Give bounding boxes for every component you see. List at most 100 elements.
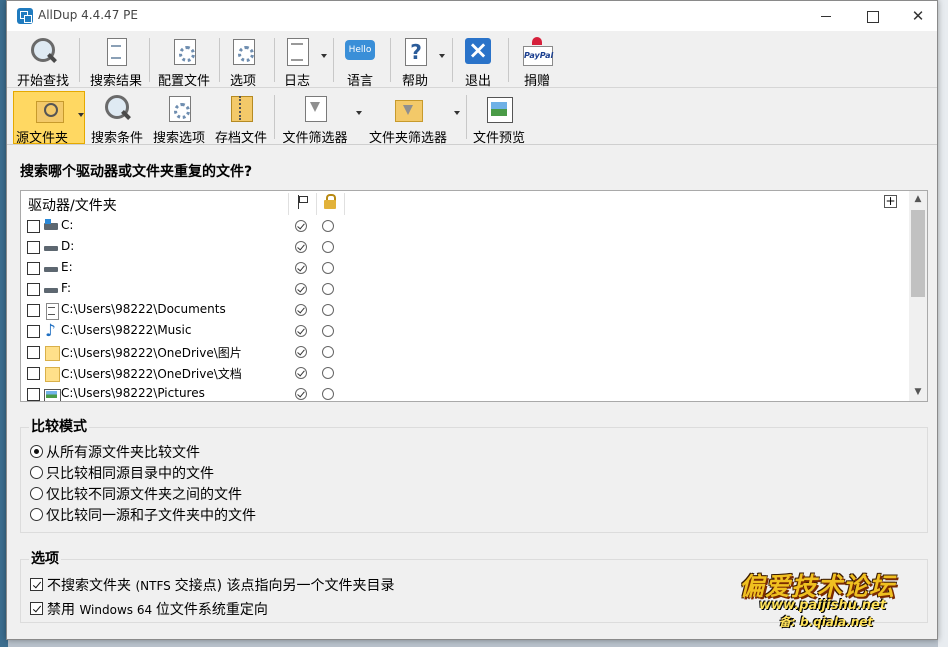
compare-mode-group: 比较模式 从所有源文件夹比较文件 只比较相同源目录中的文件 仅比较不同源文件夹之… bbox=[20, 416, 928, 533]
radio-button[interactable] bbox=[30, 466, 43, 479]
subfolders-check-toggle[interactable] bbox=[295, 262, 307, 274]
list-item[interactable]: F: bbox=[21, 279, 909, 300]
source-folder-icon bbox=[33, 94, 65, 124]
protect-toggle[interactable] bbox=[322, 262, 334, 274]
help-dropdown-arrow-icon[interactable] bbox=[439, 54, 445, 58]
row-checkbox[interactable] bbox=[27, 325, 40, 338]
row-checkbox[interactable] bbox=[27, 262, 40, 275]
row-checkbox[interactable] bbox=[27, 283, 40, 296]
drive-icon bbox=[43, 261, 59, 276]
toolbar-separator bbox=[274, 95, 275, 139]
toolbar-separator bbox=[149, 38, 150, 82]
subfolders-check-toggle[interactable] bbox=[295, 367, 307, 379]
folder-filter-icon bbox=[392, 94, 424, 124]
folder-filter-dropdown-arrow-icon[interactable] bbox=[454, 111, 460, 115]
protect-toggle[interactable] bbox=[322, 241, 334, 253]
options-gear-icon bbox=[227, 37, 259, 67]
subfolders-check-toggle[interactable] bbox=[295, 325, 307, 337]
subfolders-check-toggle[interactable] bbox=[295, 346, 307, 358]
list-item[interactable]: C: bbox=[21, 216, 909, 237]
radio-button[interactable] bbox=[30, 445, 43, 458]
folder-filter-button[interactable]: 文件夹筛选器 bbox=[365, 92, 451, 146]
radio-button[interactable] bbox=[30, 508, 43, 521]
toolbar-separator bbox=[508, 38, 509, 82]
row-checkbox[interactable] bbox=[27, 220, 40, 233]
desktop-right-edge bbox=[938, 0, 948, 647]
list-item[interactable]: C:\Users\98222\OneDrive\文档 bbox=[21, 363, 909, 384]
scrollbar-thumb[interactable] bbox=[911, 210, 925, 297]
radio-button[interactable] bbox=[30, 487, 43, 500]
log-dropdown-arrow-icon[interactable] bbox=[321, 54, 327, 58]
subfolders-check-toggle[interactable] bbox=[295, 220, 307, 232]
pictures-icon bbox=[43, 387, 61, 401]
file-filter-button[interactable]: 文件筛选器 bbox=[279, 92, 351, 146]
list-item[interactable]: E: bbox=[21, 258, 909, 279]
options-button[interactable]: 选项 bbox=[221, 35, 265, 89]
toolbar-separator bbox=[466, 95, 467, 139]
main-toolbar: 开始查找 搜索结果 配置文件 选项 日志 语言 帮助 bbox=[7, 32, 937, 89]
checkbox[interactable] bbox=[30, 602, 43, 615]
list-item[interactable]: C:\Users\98222\Documents bbox=[21, 300, 909, 321]
exit-x-icon bbox=[462, 37, 494, 67]
help-button[interactable]: 帮助 bbox=[393, 35, 437, 89]
protect-toggle[interactable] bbox=[322, 346, 334, 358]
list-item[interactable]: C:\Users\98222\Music bbox=[21, 321, 909, 342]
folder-path: C:\Users\98222\Pictures bbox=[61, 386, 205, 400]
protect-toggle[interactable] bbox=[322, 220, 334, 232]
exit-button[interactable]: 退出 bbox=[458, 35, 498, 89]
file-filter-dropdown-arrow-icon[interactable] bbox=[356, 111, 362, 115]
include-subfolders-flag-icon[interactable] bbox=[296, 195, 308, 209]
archive-files-button[interactable]: 存档文件 bbox=[213, 92, 269, 146]
folder-path: C:\Users\98222\Music bbox=[61, 323, 192, 337]
profile-button[interactable]: 配置文件 bbox=[151, 35, 217, 89]
row-checkbox[interactable] bbox=[27, 367, 40, 380]
scroll-up-arrow-icon[interactable]: ▲ bbox=[909, 191, 927, 208]
row-checkbox[interactable] bbox=[27, 241, 40, 254]
column-header-drive-folder[interactable]: 驱动器/文件夹 bbox=[28, 195, 117, 215]
protect-toggle[interactable] bbox=[322, 304, 334, 316]
folder-path: C:\Users\98222\OneDrive\文档 bbox=[61, 367, 242, 381]
file-preview-button[interactable]: 文件预览 bbox=[469, 92, 529, 146]
checkbox[interactable] bbox=[30, 578, 43, 591]
search-criteria-icon bbox=[101, 94, 133, 124]
row-checkbox[interactable] bbox=[27, 388, 40, 401]
protect-toggle[interactable] bbox=[322, 325, 334, 337]
list-item[interactable]: D: bbox=[21, 237, 909, 258]
toolbar-separator bbox=[452, 38, 453, 82]
list-item[interactable]: C:\Users\98222\OneDrive\图片 bbox=[21, 342, 909, 363]
protect-toggle[interactable] bbox=[322, 283, 334, 295]
source-folder-dropdown-arrow-icon[interactable] bbox=[78, 113, 84, 117]
row-checkbox[interactable] bbox=[27, 304, 40, 317]
language-button[interactable]: 语言 bbox=[337, 35, 383, 89]
subfolders-check-toggle[interactable] bbox=[295, 241, 307, 253]
subfolders-check-toggle[interactable] bbox=[295, 304, 307, 316]
search-results-button[interactable]: 搜索结果 bbox=[82, 35, 150, 89]
toolbar-separator bbox=[219, 38, 220, 82]
maximize-button[interactable] bbox=[849, 1, 895, 31]
minimize-button[interactable] bbox=[803, 1, 849, 31]
folder-path: C:\Users\98222\Documents bbox=[61, 302, 226, 316]
source-folder-list[interactable]: 驱动器/文件夹 + C: D: E: F: C:\Users\98222\Doc… bbox=[20, 190, 928, 402]
subfolders-check-toggle[interactable] bbox=[295, 283, 307, 295]
protect-lock-icon[interactable] bbox=[324, 194, 336, 209]
folder-path: C:\Users\98222\OneDrive\图片 bbox=[61, 346, 242, 360]
scroll-down-arrow-icon[interactable]: ▼ bbox=[909, 384, 927, 401]
list-scrollbar[interactable]: ▲ ▼ bbox=[909, 191, 927, 401]
start-search-button[interactable]: 开始查找 bbox=[10, 35, 76, 89]
donate-button[interactable]: 捐赠 bbox=[515, 35, 559, 89]
add-folder-button[interactable]: + bbox=[884, 195, 897, 208]
list-item[interactable]: C:\Users\98222\Pictures bbox=[21, 384, 909, 401]
search-options-button[interactable]: 搜索选项 bbox=[151, 92, 207, 146]
row-checkbox[interactable] bbox=[27, 346, 40, 359]
search-criteria-button[interactable]: 搜索条件 bbox=[89, 92, 145, 146]
protect-toggle[interactable] bbox=[322, 388, 334, 400]
toolbar-separator bbox=[274, 38, 275, 82]
log-button[interactable]: 日志 bbox=[277, 35, 317, 89]
close-button[interactable]: ✕ bbox=[895, 1, 941, 31]
subfolders-check-toggle[interactable] bbox=[295, 388, 307, 400]
window-title: AllDup 4.4.47 PE bbox=[38, 8, 138, 22]
source-folder-button[interactable]: 源文件夹 bbox=[13, 91, 85, 146]
music-note-icon bbox=[43, 321, 59, 341]
protect-toggle[interactable] bbox=[322, 367, 334, 379]
title-bar[interactable]: AllDup 4.4.47 PE ✕ bbox=[7, 1, 937, 31]
